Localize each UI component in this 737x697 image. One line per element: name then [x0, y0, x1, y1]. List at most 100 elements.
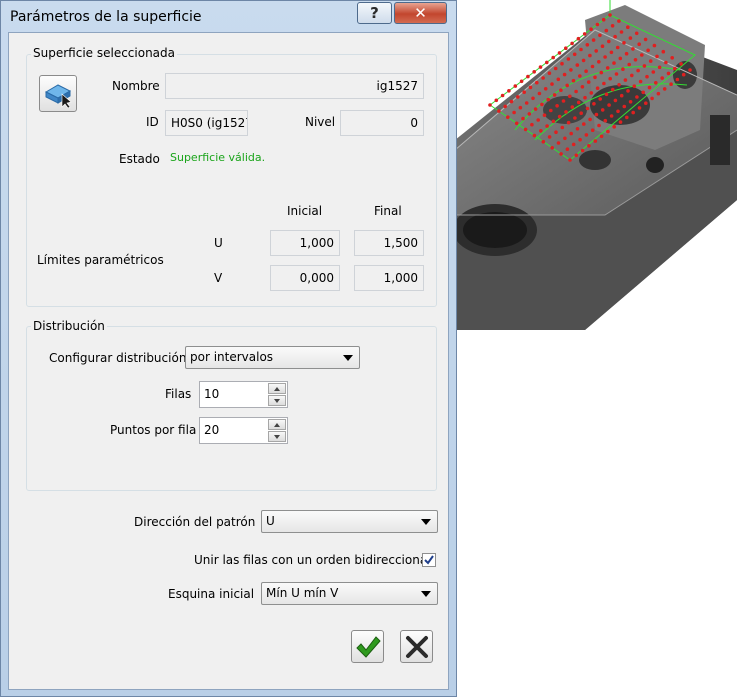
sample-point	[535, 80, 539, 85]
sample-point	[547, 135, 552, 139]
sample-point	[551, 119, 556, 124]
pick-surface-button[interactable]	[39, 75, 77, 112]
pattern-direction-dropdown[interactable]: U	[261, 510, 438, 533]
bidirectional-label: Unir las filas con un orden bidirecciona…	[194, 553, 431, 567]
sample-point	[576, 100, 581, 105]
sample-point	[622, 104, 627, 109]
status-label: Estado	[119, 152, 160, 166]
model-viewport[interactable]	[455, 0, 737, 340]
close-button[interactable]: ✕	[394, 2, 447, 24]
sample-point	[564, 46, 568, 50]
sample-point	[571, 78, 576, 83]
selected-surface-legend: Superficie seleccionada	[31, 46, 177, 60]
sample-point	[572, 52, 577, 57]
sample-point	[575, 127, 580, 131]
rows-value[interactable]: 10	[204, 382, 219, 407]
sample-point	[538, 65, 543, 69]
sample-point	[506, 115, 510, 119]
sample-point	[643, 37, 648, 42]
sample-point	[651, 70, 656, 74]
v-initial-field: 0,000	[270, 265, 340, 291]
sample-point	[550, 146, 554, 150]
sample-point	[608, 76, 612, 81]
sample-point	[568, 158, 572, 162]
sample-point	[590, 64, 595, 69]
sample-point	[635, 95, 639, 99]
name-label: Nombre	[112, 79, 160, 93]
sample-point	[532, 70, 536, 74]
sample-point	[610, 24, 615, 28]
sample-point	[679, 62, 683, 66]
sample-point	[579, 111, 583, 115]
sample-point	[612, 61, 616, 65]
title-bar[interactable]: Parámetros de la superficie ? ✕	[1, 1, 456, 33]
v-label: V	[214, 271, 223, 285]
sample-point	[575, 63, 580, 67]
level-label: Nivel	[305, 115, 336, 129]
sample-point	[609, 114, 614, 118]
points-per-row-value[interactable]: 20	[204, 418, 219, 443]
cancel-button[interactable]	[400, 630, 433, 663]
accept-button[interactable]	[351, 630, 384, 663]
sample-point	[637, 106, 642, 110]
sample-point	[569, 68, 573, 72]
start-corner-dropdown[interactable]: Mín U mín V	[261, 582, 438, 605]
points-per-row-label: Puntos por fila	[110, 423, 197, 437]
id-field: H0S0 (ig1527	[165, 110, 248, 136]
sample-point	[595, 22, 600, 27]
sample-point	[613, 98, 618, 103]
sample-point	[601, 17, 606, 22]
sample-point	[648, 59, 653, 63]
bidirectional-checkbox[interactable]	[422, 553, 436, 567]
sample-point	[528, 85, 533, 90]
sample-point	[669, 82, 673, 86]
parametric-limits-label: Límites paramétricos	[37, 253, 164, 267]
points-increment[interactable]	[268, 419, 286, 430]
sample-point	[600, 108, 605, 112]
sample-point	[636, 68, 640, 73]
sample-point	[580, 85, 585, 89]
sample-point	[652, 43, 657, 48]
rows-stepper[interactable]: 10	[199, 381, 288, 408]
sample-point	[537, 91, 542, 96]
sample-point	[559, 152, 563, 156]
sample-point	[530, 122, 534, 127]
sample-point	[553, 66, 558, 71]
id-label: ID	[146, 115, 159, 129]
rows-increment[interactable]	[268, 383, 286, 394]
sample-point	[628, 36, 633, 40]
sample-point	[657, 65, 662, 70]
sample-point	[566, 57, 571, 61]
sample-point	[556, 141, 561, 145]
sample-point	[570, 105, 575, 109]
rows-decrement[interactable]	[268, 395, 286, 406]
sample-point	[571, 142, 576, 147]
sample-point	[527, 112, 532, 116]
sample-point	[569, 131, 573, 136]
sample-point	[631, 47, 635, 51]
sample-point	[642, 64, 647, 68]
sample-point	[673, 66, 677, 71]
points-decrement[interactable]	[268, 431, 286, 442]
x-icon	[405, 635, 428, 658]
sample-point	[573, 116, 577, 120]
sample-point	[603, 55, 607, 59]
sample-point	[612, 125, 616, 129]
status-value: Superficie válida.	[170, 151, 266, 164]
points-per-row-stepper[interactable]: 20	[199, 417, 288, 444]
checkmark-icon	[355, 635, 381, 658]
arrow-up-icon	[274, 386, 280, 391]
sample-point	[533, 107, 538, 111]
sample-point	[681, 72, 686, 77]
sample-point	[543, 87, 548, 91]
sample-point	[568, 94, 572, 99]
close-icon: ✕	[414, 4, 427, 22]
u-initial-field: 1,000	[270, 230, 340, 256]
sample-point	[541, 76, 545, 80]
sample-point	[555, 104, 559, 108]
distribution-dropdown[interactable]: por intervalos	[185, 346, 360, 369]
sample-point	[574, 153, 579, 158]
help-button[interactable]: ?	[357, 2, 392, 24]
sample-point	[664, 60, 668, 65]
sample-point	[532, 133, 537, 138]
